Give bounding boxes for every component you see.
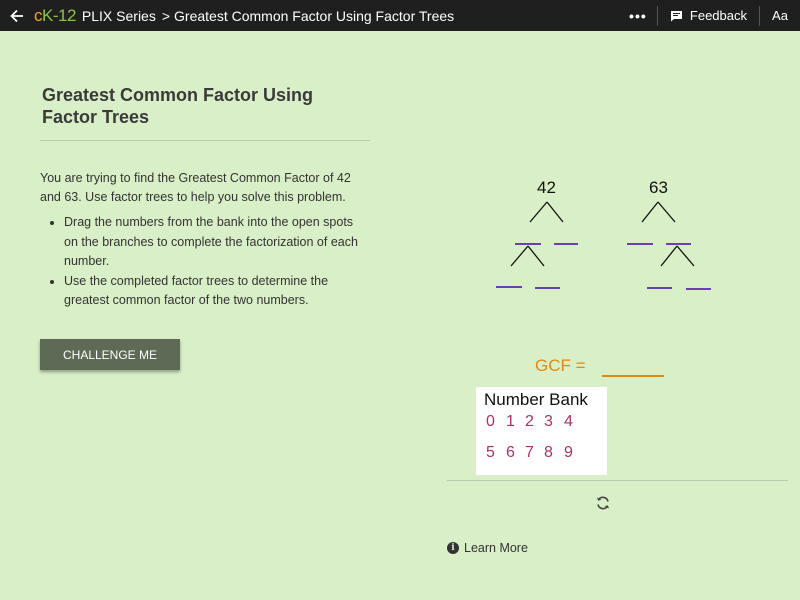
number-bank-title: Number Bank	[484, 390, 588, 409]
instruction-item: Drag the numbers from the bank into the …	[64, 213, 370, 272]
bank-digit[interactable]: 6	[506, 444, 515, 462]
instruction-list: Drag the numbers from the bank into the …	[40, 213, 370, 311]
ck12-logo[interactable]: cK-12	[34, 6, 76, 26]
gcf-answer-slot[interactable]	[602, 375, 664, 377]
factor-tree-branches	[510, 201, 695, 267]
breadcrumb-series[interactable]: PLIX Series	[82, 8, 156, 24]
feedback-icon	[670, 10, 683, 22]
instructions-panel: Greatest Common Factor Using Factor Tree…	[40, 84, 370, 311]
instruction-item: Use the completed factor trees to determ…	[64, 272, 370, 311]
factor-drop-slot[interactable]	[535, 287, 560, 289]
factor-drop-slot[interactable]	[666, 243, 691, 245]
bank-digit[interactable]: 0	[486, 413, 495, 431]
factor-drop-slot[interactable]	[686, 288, 711, 290]
bank-digit[interactable]: 9	[564, 444, 573, 462]
factor-drop-slot[interactable]	[647, 287, 672, 289]
breadcrumb-separator: >	[161, 7, 171, 24]
logo-c: c	[34, 5, 43, 25]
feedback-button[interactable]: Feedback	[658, 0, 759, 31]
challenge-me-button[interactable]: CHALLENGE ME	[40, 339, 180, 370]
learn-more-link[interactable]: i Learn More	[447, 541, 528, 555]
bank-digit[interactable]: 7	[525, 444, 534, 462]
title-divider	[40, 140, 370, 141]
bank-digit[interactable]: 3	[544, 413, 553, 431]
number-bank: Number Bank 0 1 2 3 4 5 6 7 8 9	[476, 387, 607, 475]
factor-drop-slot[interactable]	[554, 243, 578, 245]
more-options-icon[interactable]: •••	[619, 0, 657, 31]
page-title: Greatest Common Factor Using Factor Tree…	[42, 85, 314, 127]
intro-text: You are trying to find the Greatest Comm…	[40, 171, 351, 204]
factor-drop-slot[interactable]	[496, 286, 522, 288]
factor-drop-slot[interactable]	[627, 243, 653, 245]
bank-digit[interactable]: 5	[486, 444, 495, 462]
logo-num: -12	[52, 5, 77, 25]
bank-digit[interactable]: 2	[525, 413, 534, 431]
breadcrumb-page-title: Greatest Common Factor Using Factor Tree…	[174, 7, 455, 24]
logo-k: K	[42, 5, 53, 25]
factor-tree-simulation: 4 2 6 3 GCF = Number Bank 0 1 2 3 4 5 6 7 …	[447, 160, 787, 480]
feedback-label: Feedback	[689, 8, 747, 23]
learn-more-label: Learn More	[464, 541, 528, 555]
bank-digit[interactable]: 4	[564, 413, 573, 431]
info-icon: i	[447, 542, 459, 554]
bank-digit[interactable]: 8	[544, 444, 553, 462]
reset-icon[interactable]	[595, 495, 611, 511]
factor-drop-slot[interactable]	[515, 243, 541, 245]
gcf-label: GCF =	[535, 356, 586, 375]
back-arrow-icon[interactable]	[0, 0, 34, 31]
top-bar: cK-12 PLIX Series > Greatest Common Fact…	[0, 0, 800, 31]
simulation-divider	[447, 480, 788, 481]
font-size-button[interactable]: Aa	[760, 8, 800, 23]
bank-digit[interactable]: 1	[506, 413, 515, 431]
